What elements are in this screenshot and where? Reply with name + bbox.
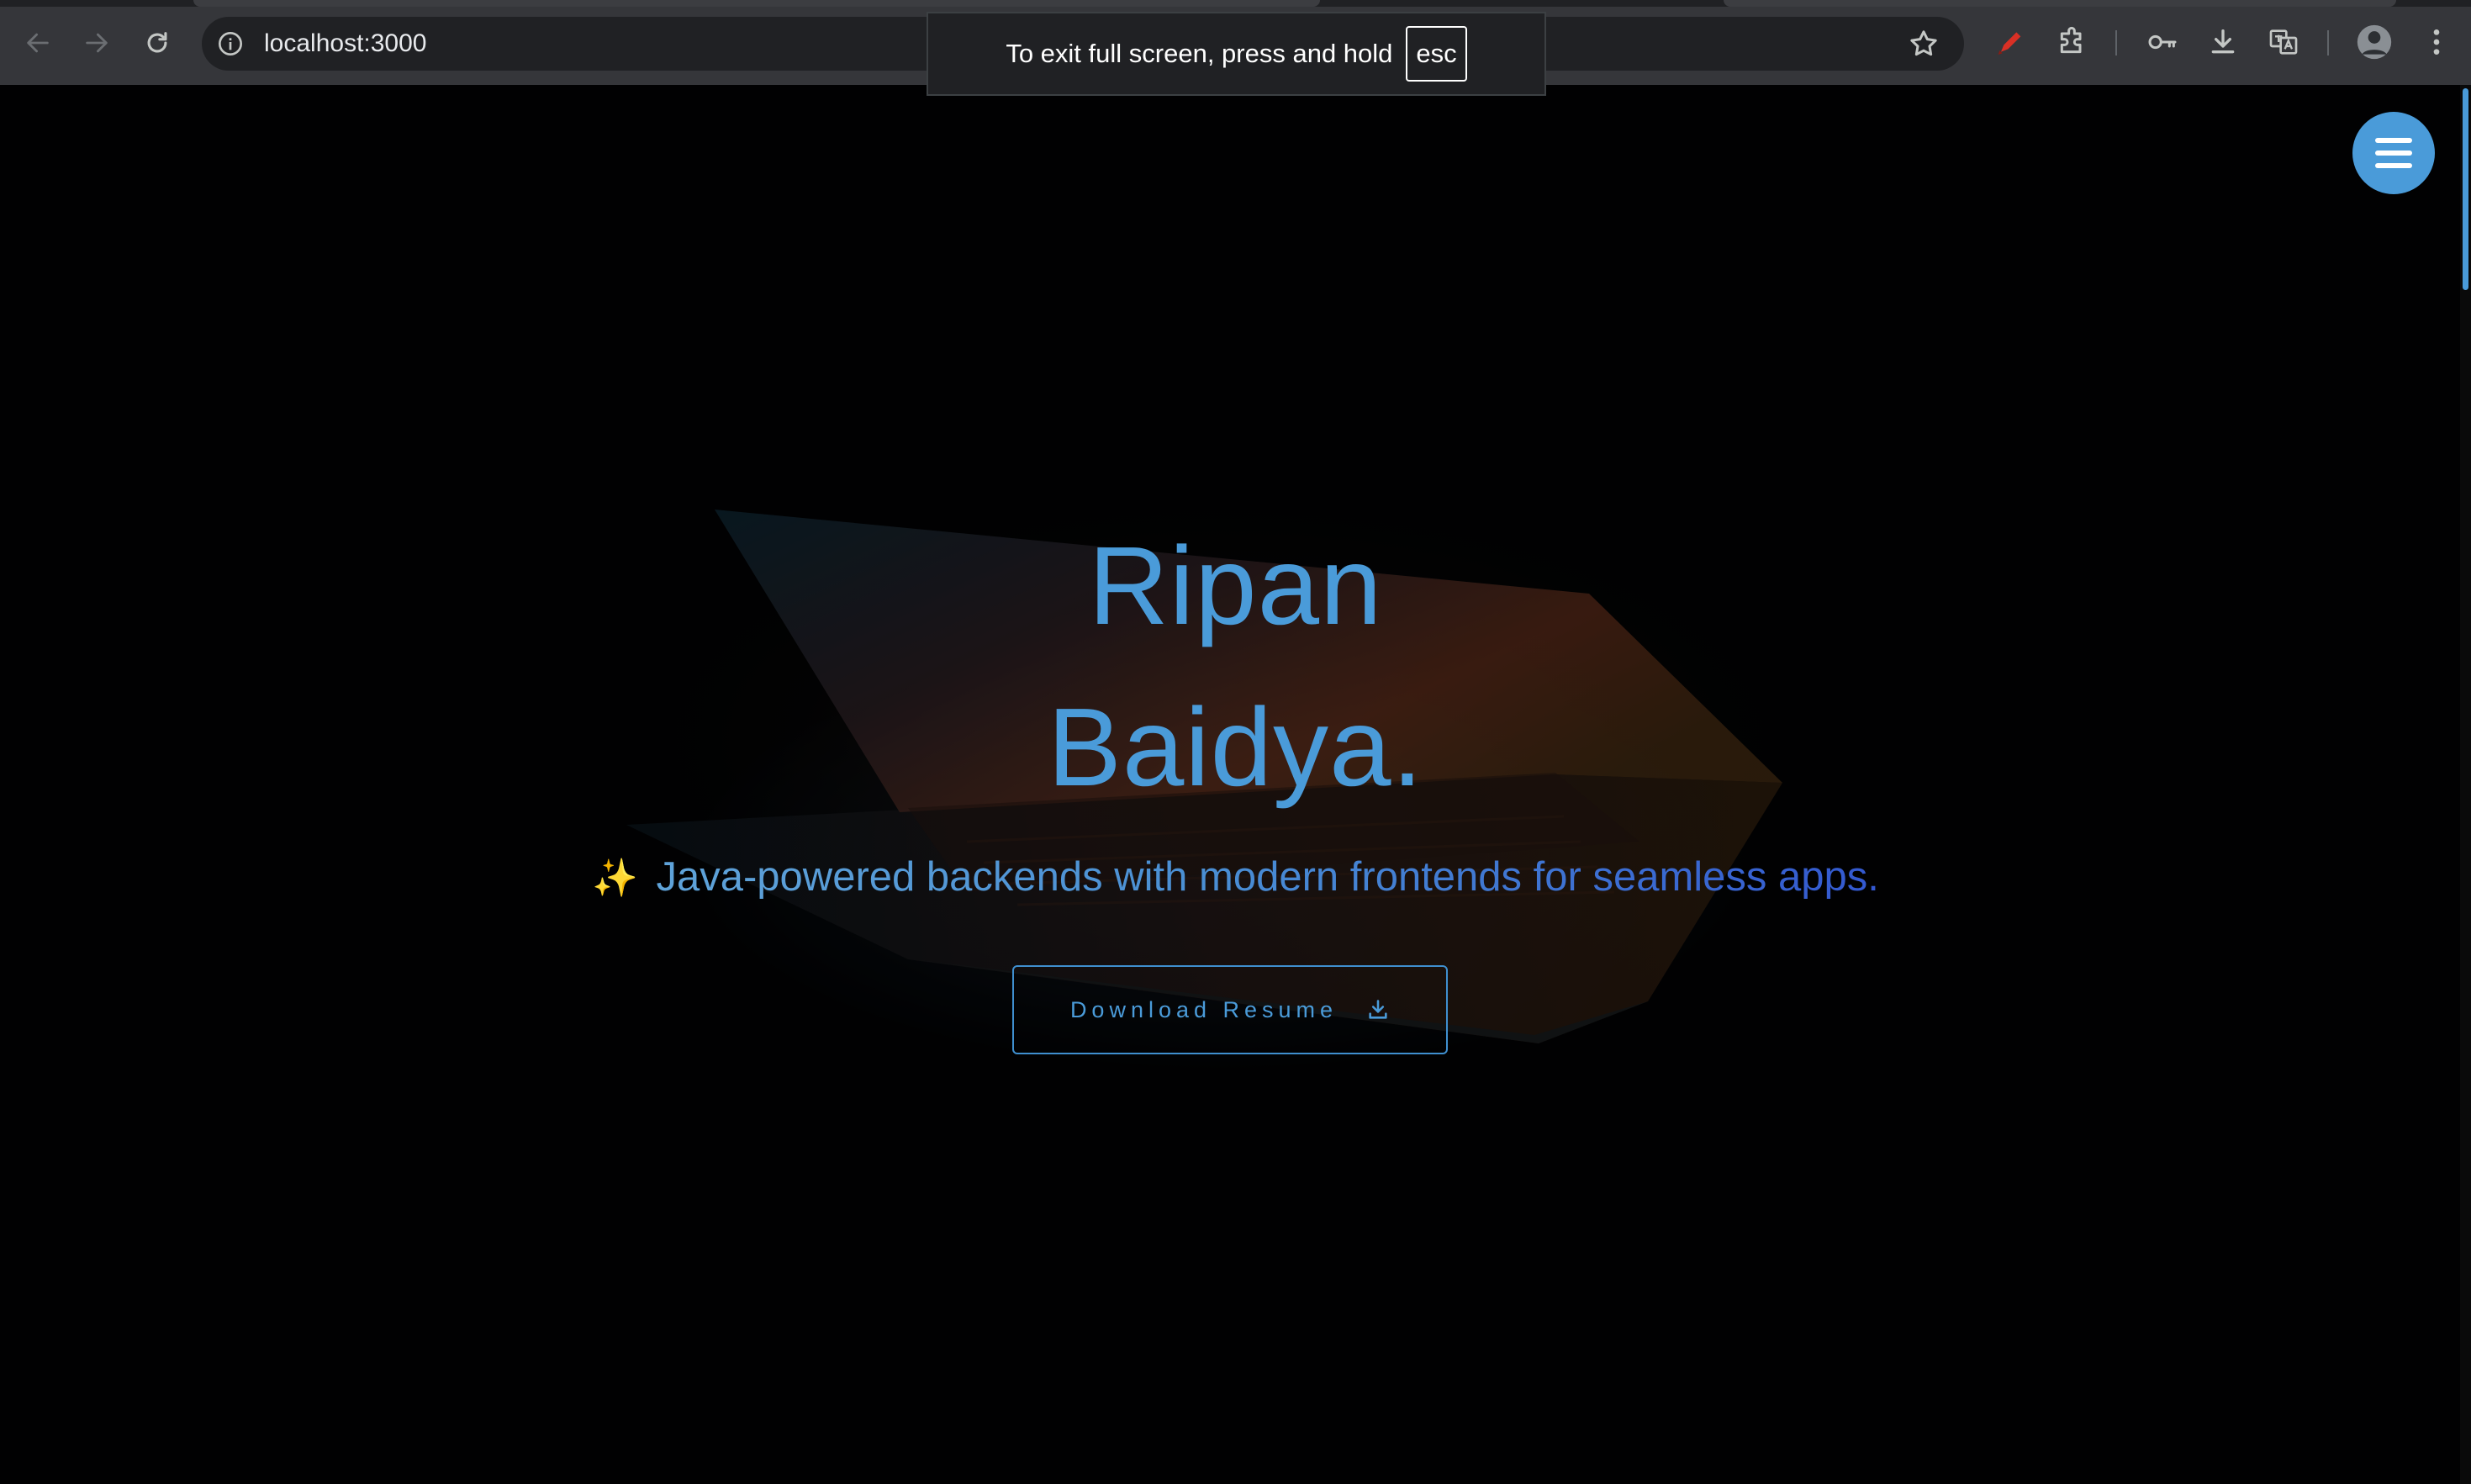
hamburger-menu-icon [2375, 138, 2412, 168]
kebab-menu-icon[interactable] [2420, 25, 2453, 59]
back-arrow-icon [27, 33, 49, 53]
url-text: localhost:3000 [264, 29, 427, 57]
back-button[interactable] [18, 24, 57, 62]
pen-extension-icon[interactable] [1993, 25, 2026, 59]
site-info-button[interactable] [215, 29, 246, 59]
extensions-puzzle-icon[interactable] [2055, 25, 2088, 59]
hero-last-name: Baidya. [1047, 685, 1424, 809]
downloads-icon[interactable] [2206, 25, 2240, 59]
menu-toggle-button[interactable] [2352, 112, 2435, 194]
reload-button[interactable] [138, 24, 177, 62]
fullscreen-toast-message: To exit full screen, press and hold [1006, 39, 1393, 68]
download-resume-label: Download Resume [1069, 996, 1338, 1022]
hero-tagline: ✨ Java-powered backends with modern fron… [0, 853, 2471, 900]
fullscreen-exit-toast: To exit full screen, press and hold esc [927, 12, 1546, 96]
fullscreen-toast-key: esc [1406, 26, 1467, 82]
tab-strip-segment [1724, 0, 2396, 7]
tab-strip [0, 0, 2471, 7]
page-scrollbar[interactable] [2460, 85, 2471, 1484]
toolbar-divider [2327, 30, 2329, 55]
download-icon [1369, 1000, 1387, 1019]
reload-icon [147, 32, 167, 53]
hero-first-name: Ripan [1088, 524, 1383, 647]
forward-button[interactable] [77, 24, 116, 62]
scrollbar-thumb[interactable] [2463, 88, 2468, 290]
page-viewport: Ripan Baidya. ✨ Java-powered backends wi… [0, 85, 2471, 1484]
toolbar-divider [2115, 30, 2117, 55]
profile-avatar-icon[interactable] [2356, 24, 2393, 61]
translate-icon[interactable] [2267, 25, 2300, 59]
tab-strip-segment [193, 0, 1320, 7]
forward-arrow-icon [86, 33, 108, 53]
password-key-icon[interactable] [2146, 25, 2179, 59]
download-resume-button[interactable]: Download Resume [1012, 965, 1448, 1054]
site-info-icon [219, 32, 242, 55]
sparkles-icon: ✨ [592, 858, 638, 899]
hero-section: Ripan Baidya. ✨ Java-powered backends wi… [0, 85, 2471, 1484]
hero-tagline-text: Java-powered backends with modern fronte… [656, 854, 1879, 900]
star-icon[interactable] [1907, 27, 1940, 61]
